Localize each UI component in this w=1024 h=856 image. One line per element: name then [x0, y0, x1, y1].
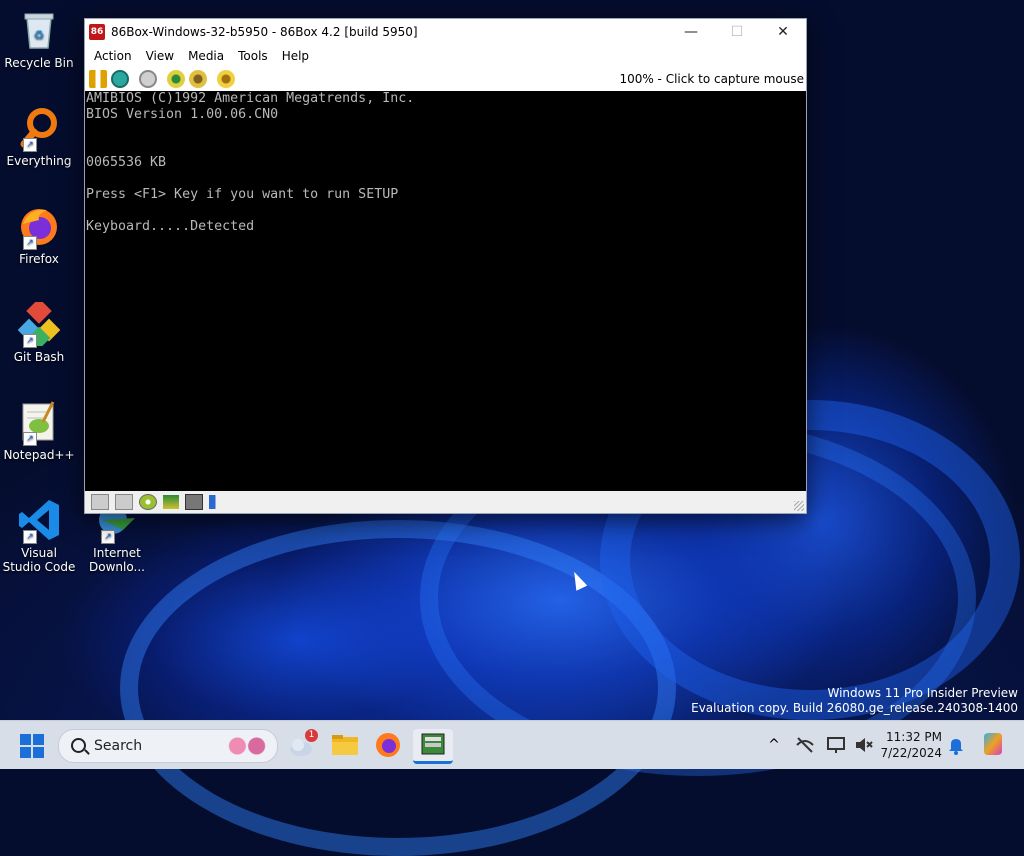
notepad-plus-plus-icon: ↗ — [17, 400, 61, 446]
menu-bar: Action View Media Tools Help — [85, 45, 806, 67]
svg-text:♻: ♻ — [34, 28, 45, 42]
network-disconnected-icon[interactable] — [795, 735, 815, 755]
desktop-icon-label: Notepad++ — [3, 448, 75, 462]
bios-line-keyboard: Keyboard.....Detected — [86, 219, 255, 234]
copilot-icon[interactable] — [980, 731, 1006, 757]
gear-icon[interactable] — [217, 70, 235, 88]
taskbar-86box-icon[interactable] — [413, 729, 453, 764]
desktop-icon-everything[interactable]: ↗ Everything — [1, 106, 77, 168]
watermark-build: Evaluation copy. Build 26080.ge_release.… — [691, 701, 1018, 715]
minimize-button[interactable]: — — [668, 19, 714, 45]
os-watermark: Windows 11 Pro Insider Preview Evaluatio… — [691, 686, 1018, 716]
volume-muted-icon[interactable] — [854, 735, 874, 755]
window-titlebar[interactable]: 86 86Box-Windows-32-b5950 - 86Box 4.2 [b… — [85, 19, 806, 45]
network-icon[interactable] — [185, 494, 203, 510]
desktop-icon-label: Recycle Bin — [4, 56, 74, 70]
sound-icon[interactable] — [209, 495, 225, 509]
desktop-icon-git-bash[interactable]: ↗ Git Bash — [1, 298, 77, 364]
desktop-icon-vscode[interactable]: ↗ Visual Studio Code — [1, 498, 77, 574]
desktop-icon-label: Firefox — [19, 252, 59, 266]
windows-logo-icon — [20, 734, 31, 745]
display-icon[interactable] — [826, 735, 846, 755]
show-hidden-icons-chevron-icon[interactable]: ^ — [764, 735, 784, 755]
taskbar-firefox-icon[interactable] — [372, 729, 404, 761]
desktop-icon-recycle-bin[interactable]: ♻ Recycle Bin — [1, 8, 77, 70]
hard-reset-icon[interactable] — [189, 70, 207, 88]
menu-help[interactable]: Help — [275, 49, 316, 63]
notification-bell-icon[interactable] — [946, 735, 966, 755]
bios-line-copyright: AMIBIOS (C)1992 American Megatrends, Inc… — [86, 91, 415, 106]
menu-action[interactable]: Action — [87, 49, 139, 63]
hard-disk-icon[interactable] — [163, 495, 179, 509]
clock-time: 11:32 PM — [886, 730, 942, 744]
bios-line-version: BIOS Version 1.00.06.CN0 — [86, 107, 279, 122]
menu-media[interactable]: Media — [181, 49, 231, 63]
ctrl-alt-del-icon[interactable] — [111, 70, 129, 88]
everything-search-icon: ↗ — [17, 106, 61, 152]
toolbar: 100% - Click to capture mouse — [85, 67, 806, 92]
cdrom-icon[interactable] — [139, 494, 157, 510]
bios-line-setup-prompt: Press <F1> Key if you want to run SETUP — [86, 187, 399, 202]
capture-mouse-status[interactable]: 100% - Click to capture mouse — [619, 72, 804, 86]
watermark-edition: Windows 11 Pro Insider Preview — [827, 686, 1018, 700]
taskbar: Search 1 ^ 11:32 PM 7/22/2024 — [0, 720, 1024, 769]
taskbar-clock[interactable]: 11:32 PM 7/22/2024 — [880, 729, 942, 761]
shortcut-arrow-icon: ↗ — [23, 530, 37, 544]
emulator-window[interactable]: 86 86Box-Windows-32-b5950 - 86Box 4.2 [b… — [84, 18, 807, 514]
bios-line-memory: 0065536 KB — [86, 155, 167, 170]
86box-app-icon: 86 — [89, 24, 105, 40]
desktop-icon-notepad-plus-plus[interactable]: ↗ Notepad++ — [1, 400, 77, 462]
file-explorer-icon[interactable] — [329, 729, 361, 761]
shortcut-arrow-icon: ↗ — [23, 236, 37, 250]
taskbar-search[interactable]: Search — [58, 729, 278, 763]
desktop-icon-firefox[interactable]: ↗ Firefox — [1, 204, 77, 266]
resize-grip[interactable] — [794, 501, 804, 511]
vscode-icon: ↗ — [17, 498, 61, 544]
firefox-icon: ↗ — [17, 204, 61, 250]
shortcut-arrow-icon: ↗ — [101, 530, 115, 544]
clock-date: 7/22/2024 — [880, 746, 942, 760]
close-button[interactable]: ✕ — [760, 19, 806, 45]
settings-icon[interactable] — [167, 70, 185, 88]
status-bar — [85, 491, 806, 513]
desktop-icon-label: Git Bash — [13, 350, 65, 364]
menu-view[interactable]: View — [139, 49, 181, 63]
search-icon — [71, 738, 86, 753]
floppy-drive-2-icon[interactable] — [115, 494, 133, 510]
floppy-drive-icon[interactable] — [91, 494, 109, 510]
shortcut-arrow-icon: ↗ — [23, 138, 37, 152]
emulator-screen[interactable]: AMIBIOS (C)1992 American Megatrends, Inc… — [85, 91, 806, 491]
shortcut-arrow-icon: ↗ — [23, 334, 37, 348]
recycle-bin-icon: ♻ — [17, 8, 61, 52]
taskbar-weather[interactable]: 1 — [286, 729, 318, 761]
maximize-button[interactable]: ☐ — [714, 19, 760, 45]
window-title: 86Box-Windows-32-b5950 - 86Box 4.2 [buil… — [111, 25, 418, 39]
pause-icon[interactable] — [89, 70, 107, 88]
menu-tools[interactable]: Tools — [231, 49, 275, 63]
power-icon[interactable] — [139, 70, 157, 88]
weather-badge: 1 — [305, 729, 318, 742]
desktop-icon-label: Everything — [6, 154, 72, 168]
search-label: Search — [94, 738, 143, 754]
desktop-icon-label: Visual Studio Code — [2, 546, 76, 574]
search-highlight-icon — [223, 734, 271, 758]
desktop-icon-label: Internet Downlo... — [89, 546, 145, 574]
git-bash-icon: ↗ — [17, 298, 61, 350]
start-button[interactable] — [20, 734, 44, 758]
shortcut-arrow-icon: ↗ — [23, 432, 37, 446]
